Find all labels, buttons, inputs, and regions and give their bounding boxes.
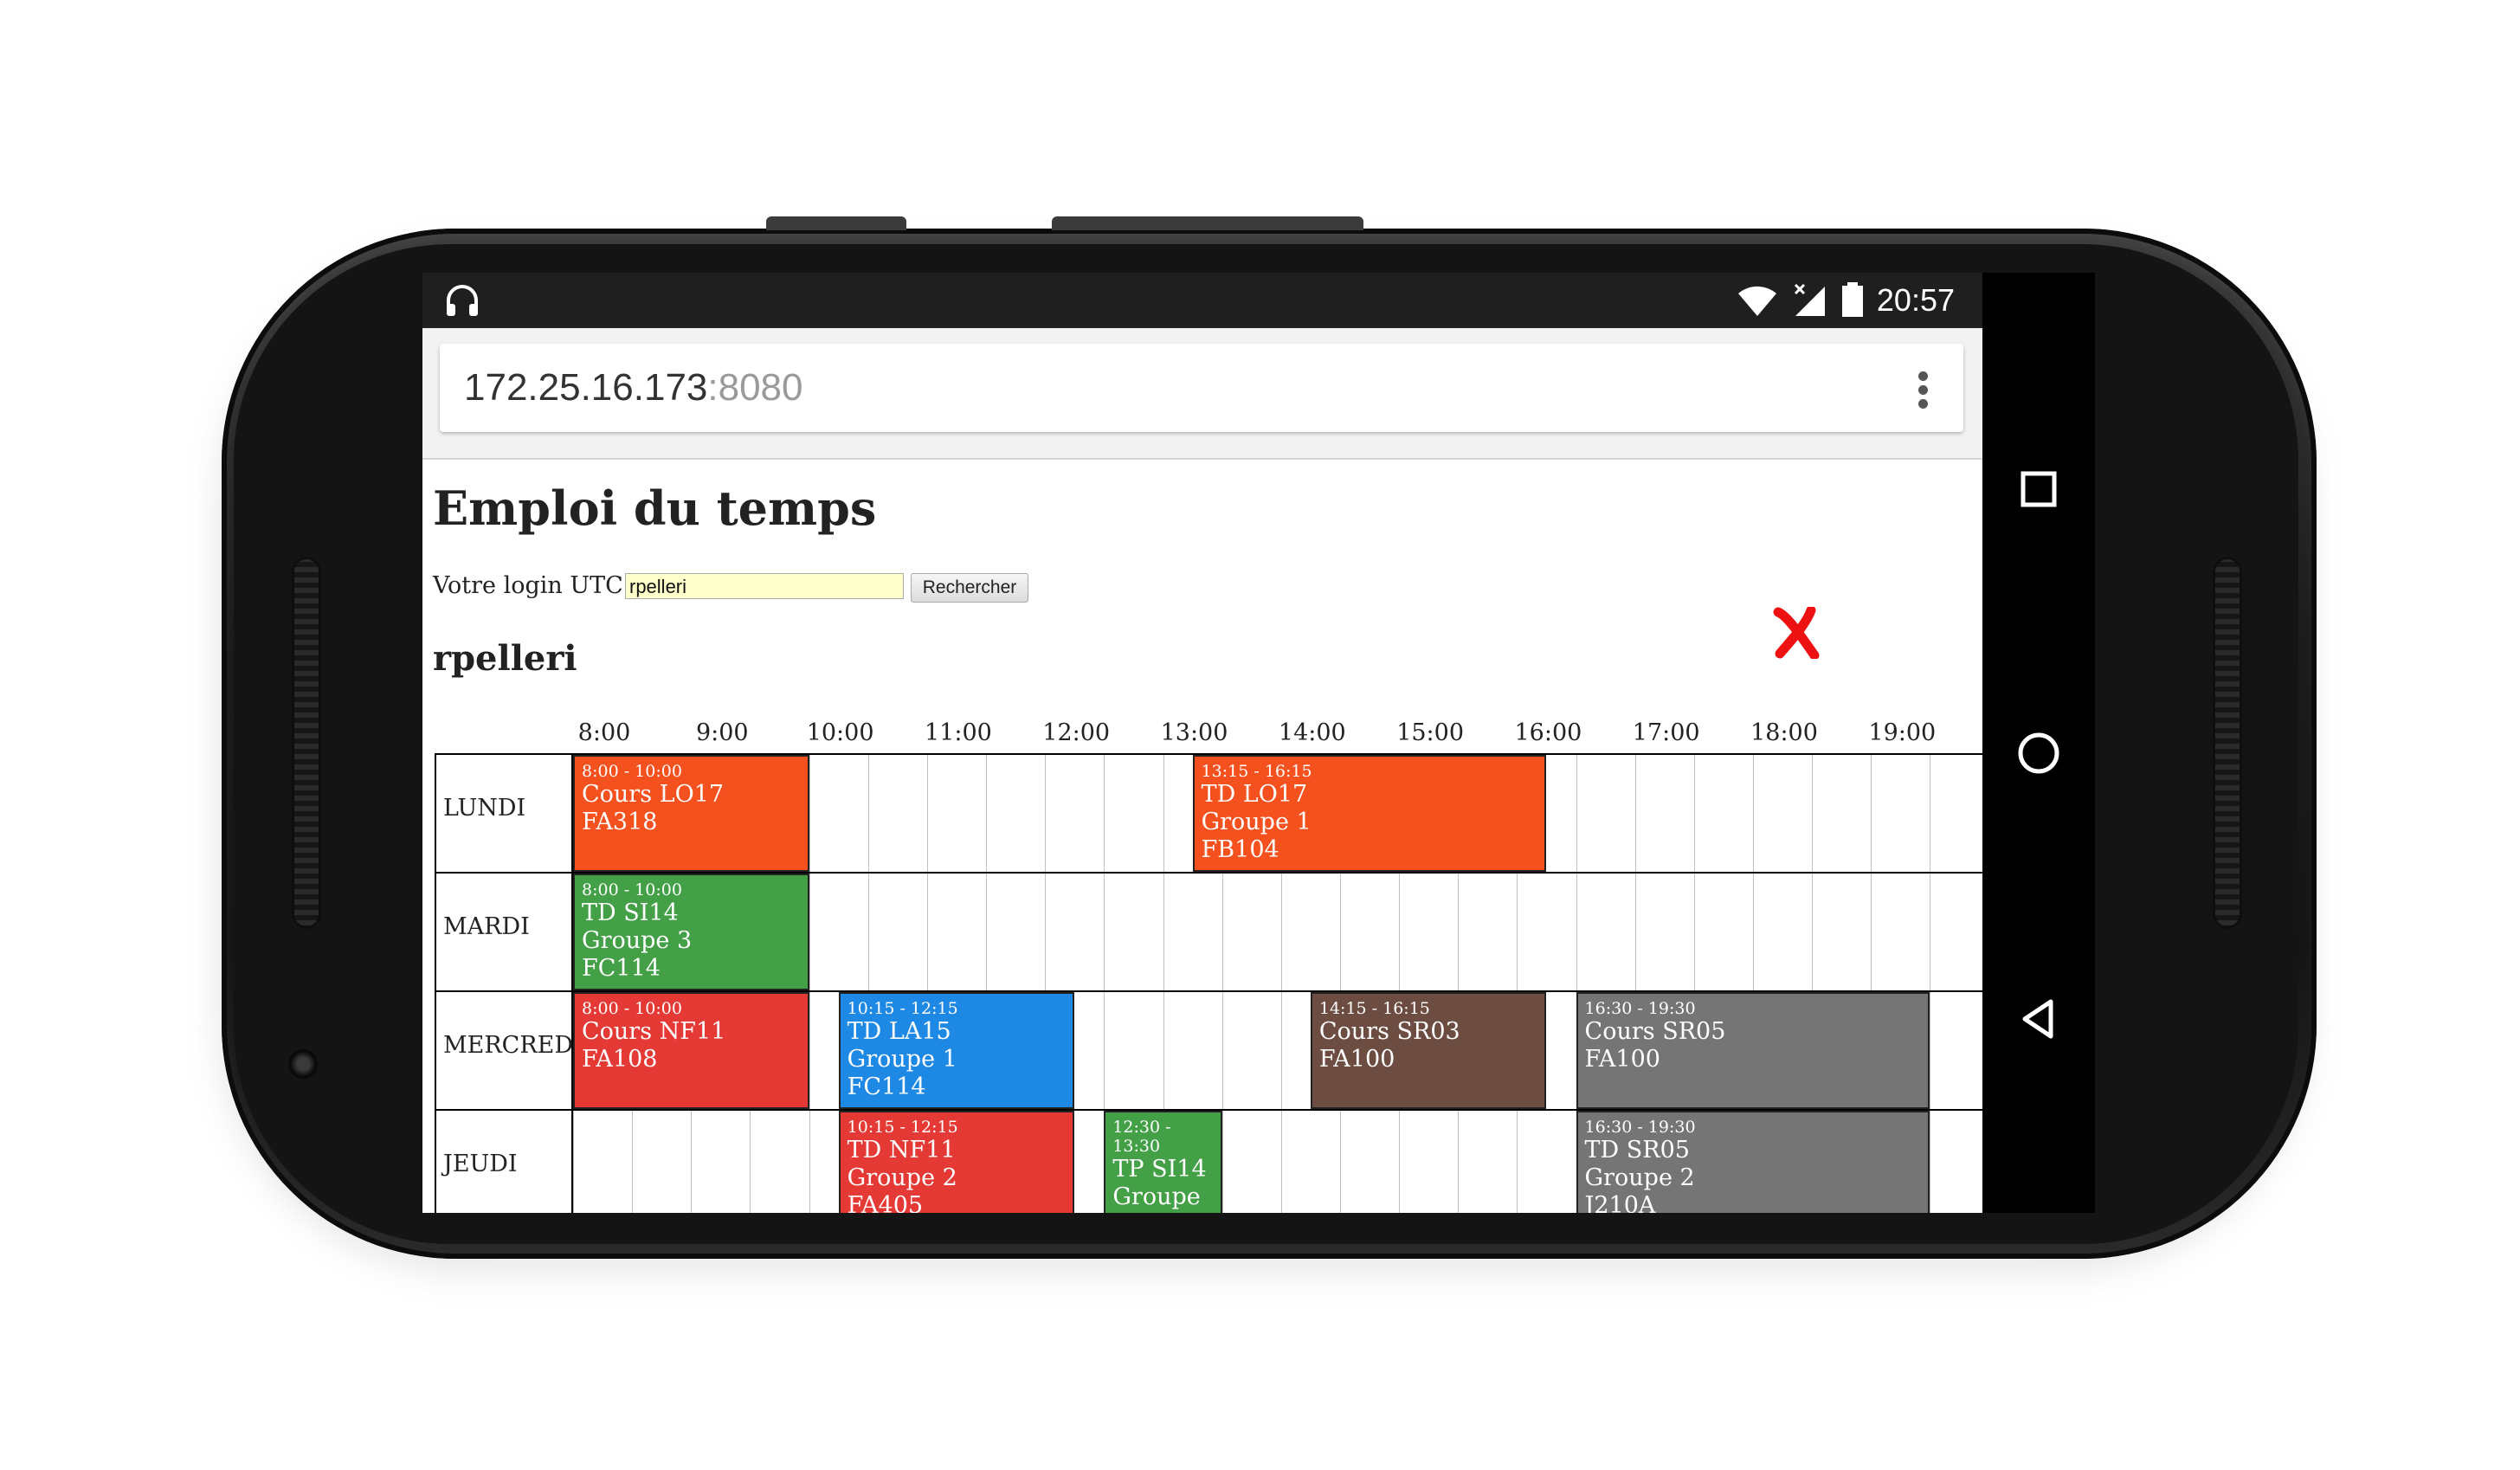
status-icons: 20:57: [1737, 273, 1955, 328]
event-time: 13:15 - 16:15: [1201, 762, 1312, 781]
red-x-icon[interactable]: [1773, 607, 1820, 659]
event-time: 8:00 - 10:00: [582, 999, 682, 1018]
hour-label: 9:00: [695, 719, 749, 746]
hour-label: 12:00: [1042, 719, 1111, 746]
hour-label: 17:00: [1632, 719, 1700, 746]
timetable-grid: LUNDI MARDI MERCREDI JEUDI 8:00 - 10:00 Cours…: [435, 753, 1982, 1213]
login-label: Votre login UTC :: [433, 572, 639, 599]
hour-label: 13:00: [1160, 719, 1228, 746]
screen: 20:57 172.25.16.173:8080 Emploi du temps…: [422, 273, 2095, 1213]
timetable-event[interactable]: 10:15 - 12:15 TD LA15 Groupe 1 FC114: [838, 992, 1075, 1109]
event-line: TD LA15: [847, 1018, 951, 1045]
power-button: [1052, 216, 1363, 230]
timetable-event[interactable]: 13:15 - 16:15 TD LO17 Groupe 1 FB104: [1192, 755, 1547, 872]
hour-label: 15:00: [1396, 719, 1464, 746]
timetable-event[interactable]: 16:30 - 19:30 Cours SR05 FA100: [1576, 992, 1930, 1109]
browser-window: 172.25.16.173:8080 Emploi du temps Votre…: [422, 328, 1982, 1213]
event-line: TD SR05: [1584, 1137, 1690, 1164]
hour-label: 10:00: [806, 719, 874, 746]
hour-label: 8:00: [577, 719, 631, 746]
timetable-event[interactable]: 10:15 - 12:15 TD NF11 Groupe 2 FA405: [838, 1111, 1075, 1213]
event-line: Cours SR05: [1584, 1018, 1726, 1045]
event-line: Cours LO17: [582, 781, 725, 808]
status-bar: 20:57: [422, 273, 1982, 328]
hour-label: 19:00: [1868, 719, 1937, 746]
event-line: FA100: [1584, 1046, 1660, 1073]
signal-icon: [1794, 283, 1825, 316]
event-time: 14:15 - 16:15: [1318, 999, 1430, 1018]
event-line: FC114: [847, 1073, 926, 1100]
event-time: 10:15 - 12:15: [847, 1118, 958, 1137]
day-label: MERCREDI: [443, 1032, 583, 1059]
url-bar[interactable]: 172.25.16.173:8080: [440, 344, 1963, 432]
event-time: 16:30 - 19:30: [1584, 999, 1696, 1018]
event-line: Groupe 2: [1584, 1164, 1695, 1191]
left-speaker: [292, 557, 321, 929]
user-heading: rpelleri: [433, 638, 577, 679]
front-camera: [288, 1049, 318, 1079]
event-line: Groupe 3: [582, 927, 693, 954]
day-label: LUNDI: [443, 795, 526, 822]
square-icon[interactable]: [2013, 463, 2065, 515]
grid-column-line: [809, 753, 810, 1213]
event-line: FA405: [847, 1192, 924, 1213]
timetable-event[interactable]: 14:15 - 16:15 Cours SR03 FA100: [1310, 992, 1547, 1109]
android-nav-bar: [1982, 273, 2095, 1213]
wifi-icon: [1737, 286, 1776, 316]
circle-icon[interactable]: [2013, 727, 2065, 779]
battery-icon: [1841, 282, 1863, 317]
page-title: Emploi du temps: [433, 480, 877, 536]
event-time: 8:00 - 10:00: [582, 762, 682, 781]
event-time: 8:00 - 10:00: [582, 880, 682, 899]
event-time: 12:30 - 13:30: [1112, 1118, 1171, 1156]
event-line: FB104: [1201, 836, 1279, 863]
hour-label: 16:00: [1514, 719, 1582, 746]
event-line: TD NF11: [847, 1137, 956, 1164]
timetable-event[interactable]: 12:30 - 13:30TP SI14Groupe 3FC114: [1104, 1111, 1222, 1213]
event-line: FA100: [1318, 1046, 1395, 1073]
timetable-event[interactable]: 16:30 - 19:30 TD SR05 Groupe 2 J210A: [1576, 1111, 1930, 1213]
event-line: FA318: [582, 809, 658, 835]
event-line: J210A: [1584, 1192, 1656, 1213]
url-port: :8080: [707, 366, 803, 409]
hour-label: 11:00: [924, 719, 992, 746]
event-line: Cours SR03: [1318, 1018, 1460, 1045]
hour-label: 18:00: [1750, 719, 1818, 746]
day-label: MARDI: [443, 913, 530, 940]
clock: 20:57: [1876, 282, 1955, 318]
event-line: FC114: [582, 955, 661, 982]
event-line: Groupe 2: [847, 1164, 957, 1191]
hour-label: 14:00: [1278, 719, 1346, 746]
event-line: TD SI14: [582, 899, 679, 926]
volume-button: [766, 216, 906, 230]
browser-toolbar: 172.25.16.173:8080: [422, 328, 1982, 460]
search-button[interactable]: Rechercher: [911, 573, 1028, 603]
url-text[interactable]: 172.25.16.173:8080: [464, 366, 803, 409]
event-line: Groupe 3: [1112, 1183, 1201, 1213]
day-label: JEUDI: [443, 1151, 518, 1177]
timetable-event[interactable]: 8:00 - 10:00 Cours LO17 FA318: [573, 755, 809, 872]
url-host: 172.25.16.173: [464, 366, 708, 409]
event-time: 10:15 - 12:15: [847, 999, 958, 1018]
event-line: Groupe 1: [1201, 809, 1312, 835]
grid-left-border: [435, 753, 436, 1213]
web-page: Emploi du temps Votre login UTC : rpelle…: [422, 460, 1982, 1213]
headphones-icon: [447, 285, 478, 316]
event-line: TD LO17: [1201, 781, 1308, 808]
event-line: FA108: [582, 1046, 658, 1073]
event-line: Cours NF11: [582, 1018, 726, 1045]
timetable-event[interactable]: 8:00 - 10:00 Cours NF11 FA108: [573, 992, 809, 1109]
right-speaker: [2213, 557, 2242, 929]
event-line: TP SI14: [1112, 1156, 1207, 1183]
more-vert-icon[interactable]: [1918, 371, 1929, 409]
login-input[interactable]: rpelleri: [625, 573, 904, 599]
triangle-icon[interactable]: [2013, 993, 2065, 1045]
event-line: Groupe 1: [847, 1046, 957, 1073]
timetable-event[interactable]: 8:00 - 10:00 TD SI14 Groupe 3 FC114: [573, 874, 809, 990]
event-time: 16:30 - 19:30: [1584, 1118, 1696, 1137]
